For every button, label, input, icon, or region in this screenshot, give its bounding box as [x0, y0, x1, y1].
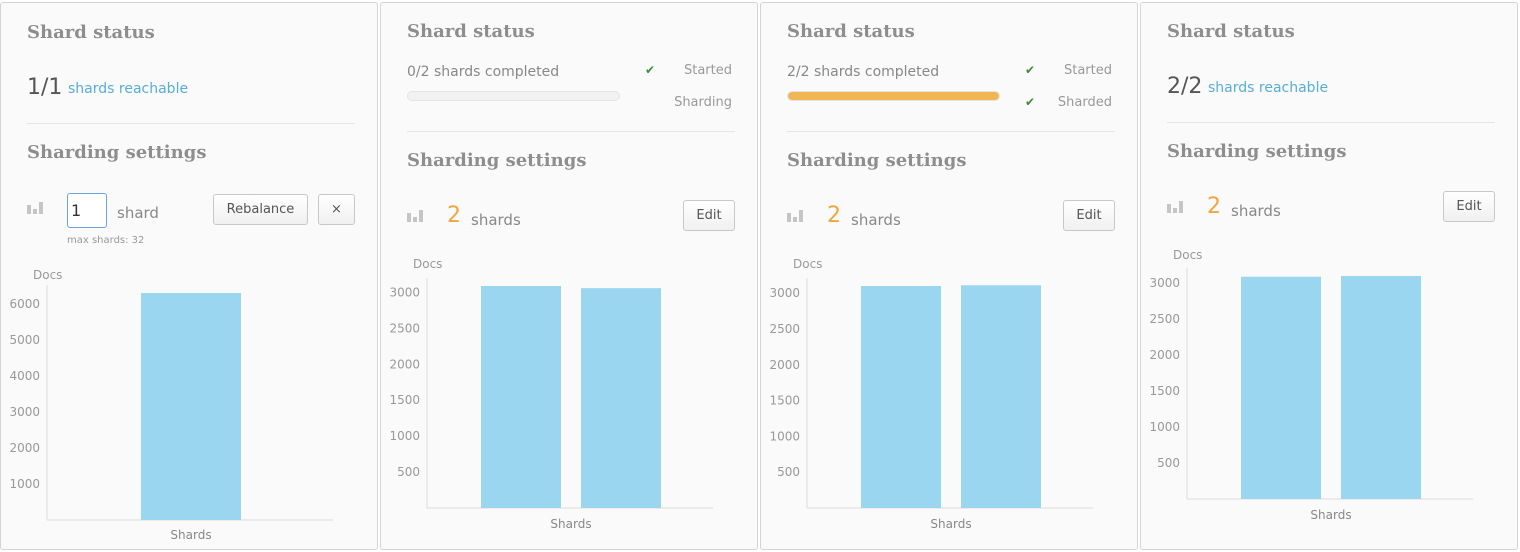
y-tick-label: 2500 [389, 321, 420, 335]
shard-bar [581, 288, 661, 508]
shard-bar [961, 285, 1041, 508]
docs-per-shard-chart: Docs 500 1000 1500 2000 2500 3000 Shards [389, 257, 713, 531]
y-tick-label: 2000 [1149, 348, 1180, 362]
y-tick-label: 1000 [389, 429, 420, 443]
shard-panel-4: Shard status 2/2 shards reachable Shardi… [1140, 2, 1518, 550]
docs-per-shard-chart: Docs 1000 2000 3000 4000 5000 6000 Shards [9, 268, 333, 542]
shard-panel-3: Shard status 2/2 shards completed ✔ ✔ St… [760, 2, 1138, 550]
y-tick-label: 1000 [9, 477, 40, 491]
y-tick-label: 2000 [9, 441, 40, 455]
y-tick-label: 6000 [9, 297, 40, 311]
y-tick-label: 500 [777, 465, 800, 479]
shard-panel-2: Shard status 0/2 shards completed ✔ Star… [380, 2, 758, 550]
y-tick-label: 2000 [389, 357, 420, 371]
shard-bar [1341, 276, 1421, 499]
y-axis-label: Docs [413, 257, 442, 271]
y-tick-label: 1000 [1149, 420, 1180, 434]
y-tick-label: 1000 [769, 429, 800, 443]
y-tick-label: 1500 [389, 393, 420, 407]
y-tick-label: 1500 [769, 394, 800, 408]
y-tick-label: 500 [397, 465, 420, 479]
y-tick-label: 2500 [769, 322, 800, 336]
shard-bar [861, 286, 941, 508]
x-axis-label: Shards [170, 528, 211, 542]
y-tick-label: 3000 [769, 286, 800, 300]
y-axis-label: Docs [1173, 248, 1202, 262]
y-tick-label: 2000 [769, 358, 800, 372]
x-axis-label: Shards [1310, 508, 1351, 522]
y-tick-label: 2500 [1149, 312, 1180, 326]
shard-bar [481, 286, 561, 508]
x-axis-label: Shards [930, 517, 971, 531]
x-axis-label: Shards [550, 517, 591, 531]
shard-panel-1: Shard status 1/1 shards reachable Shardi… [0, 2, 378, 550]
shard-bar [1241, 276, 1321, 499]
y-tick-label: 4000 [9, 369, 40, 383]
y-axis-label: Docs [793, 257, 822, 271]
y-axis-label: Docs [33, 268, 62, 282]
y-tick-label: 3000 [9, 405, 40, 419]
y-tick-label: 3000 [1149, 276, 1180, 290]
y-tick-label: 500 [1157, 456, 1180, 470]
docs-per-shard-chart: Docs 500 1000 1500 2000 2500 3000 Shards [769, 257, 1093, 531]
y-tick-label: 5000 [9, 333, 40, 347]
y-tick-label: 3000 [389, 285, 420, 299]
docs-per-shard-chart: Docs 500 1000 1500 2000 2500 3000 Shards [1149, 248, 1473, 522]
shard-bar [141, 293, 241, 520]
y-tick-label: 1500 [1149, 384, 1180, 398]
